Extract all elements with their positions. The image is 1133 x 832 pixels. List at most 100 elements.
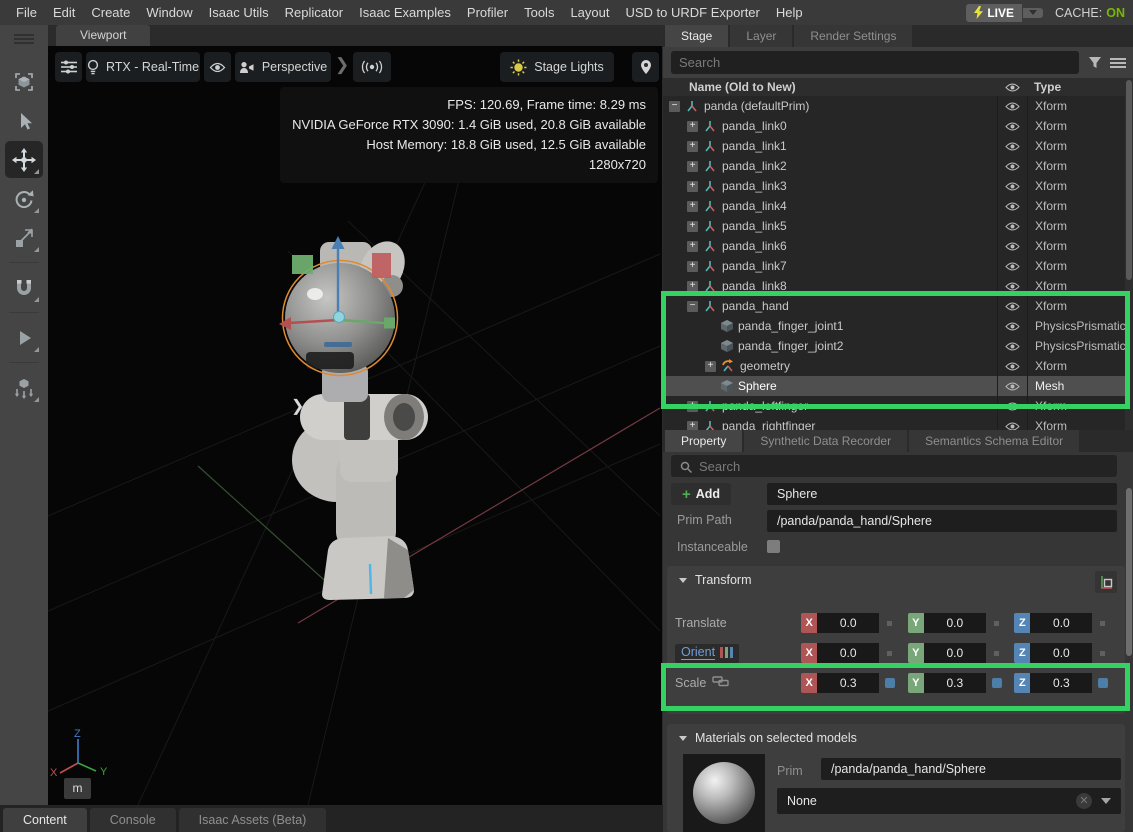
visibility-toggle[interactable] — [997, 316, 1027, 336]
live-dropdown-button[interactable] — [1023, 8, 1043, 18]
live-button[interactable]: LIVE — [966, 4, 1022, 22]
orient-x-field[interactable]: 0.0 — [817, 643, 879, 663]
tree-row-sphere[interactable]: SphereMesh — [663, 376, 1125, 396]
visibility-eye-icon[interactable] — [1005, 342, 1020, 351]
collapse-icon[interactable]: − — [687, 301, 698, 312]
menu-item-isaac-utils[interactable]: Isaac Utils — [201, 0, 277, 25]
menu-item-profiler[interactable]: Profiler — [459, 0, 516, 25]
visibility-eye-icon[interactable] — [1005, 282, 1020, 291]
visibility-eye-icon[interactable] — [1005, 102, 1020, 111]
property-search-input[interactable] — [671, 455, 1117, 477]
expand-icon[interactable]: + — [687, 141, 698, 152]
viewport-3d[interactable]: RTX - Real-Time Perspective ❯ Stage Ligh… — [48, 46, 662, 805]
column-type-header[interactable]: Type — [1027, 80, 1125, 94]
list-menu-icon[interactable] — [1110, 56, 1126, 74]
visibility-eye-icon[interactable] — [1005, 242, 1020, 251]
visibility-eye-icon[interactable] — [1005, 222, 1020, 231]
link-scale-icon[interactable] — [712, 676, 729, 690]
filter-icon[interactable] — [1088, 56, 1102, 74]
expand-icon[interactable]: + — [687, 221, 698, 232]
visibility-toggle[interactable] — [997, 276, 1027, 296]
collapse-icon[interactable]: − — [669, 101, 680, 112]
menu-item-tools[interactable]: Tools — [516, 0, 562, 25]
stage-scrollbar[interactable] — [1125, 78, 1133, 430]
instanceable-checkbox[interactable] — [767, 540, 780, 553]
prim-name-field[interactable] — [767, 483, 1117, 505]
visibility-toggle[interactable] — [997, 236, 1027, 256]
per-axis-toggle[interactable] — [992, 678, 1002, 688]
visibility-eye-icon[interactable] — [1005, 202, 1020, 211]
transform-axes-icon[interactable] — [1095, 571, 1117, 593]
column-name-header[interactable]: Name (Old to New) — [663, 80, 997, 94]
tab-content[interactable]: Content — [3, 808, 87, 832]
gizmo-y-handle[interactable] — [384, 318, 395, 329]
visibility-toggle[interactable] — [997, 356, 1027, 376]
gizmo-x-arrow[interactable] — [279, 317, 291, 330]
menu-item-usd-to-urdf-exporter[interactable]: USD to URDF Exporter — [618, 0, 768, 25]
tree-row-panda-hand[interactable]: −panda_handXform — [663, 296, 1125, 316]
visibility-toggle[interactable] — [997, 416, 1027, 430]
menu-item-isaac-examples[interactable]: Isaac Examples — [351, 0, 459, 25]
per-axis-toggle[interactable] — [885, 678, 895, 688]
scale-z-field[interactable]: 0.3 — [1030, 673, 1092, 693]
add-button[interactable]: + Add — [671, 483, 731, 505]
scale-x-field[interactable]: 0.3 — [817, 673, 879, 693]
tree-row-panda-link3[interactable]: +panda_link3Xform — [663, 176, 1125, 196]
tree-row-panda-link4[interactable]: +panda_link4Xform — [663, 196, 1125, 216]
menu-item-help[interactable]: Help — [768, 0, 811, 25]
clear-icon[interactable]: ✕ — [1076, 793, 1092, 809]
tree-row-panda-link5[interactable]: +panda_link5Xform — [663, 216, 1125, 236]
tab-isaac-assets-beta[interactable]: Isaac Assets (Beta) — [179, 808, 327, 832]
per-axis-toggle[interactable] — [1098, 678, 1108, 688]
stage-lights-button[interactable]: Stage Lights — [500, 52, 614, 82]
tab-viewport[interactable]: Viewport — [56, 25, 150, 46]
waypoint-pin-button[interactable] — [632, 52, 659, 82]
tab-layer[interactable]: Layer — [730, 25, 792, 47]
visibility-toggle[interactable] — [997, 296, 1027, 316]
stage-search-input[interactable] — [671, 51, 1079, 74]
expand-icon[interactable]: + — [687, 421, 698, 431]
tree-row-panda-link2[interactable]: +panda_link2Xform — [663, 156, 1125, 176]
expand-icon[interactable]: + — [687, 181, 698, 192]
translate-x-field[interactable]: 0.0 — [817, 613, 879, 633]
expand-icon[interactable]: + — [687, 401, 698, 412]
gizmo-plane-handle-red[interactable] — [372, 253, 391, 278]
scrollbar-thumb[interactable] — [1126, 80, 1132, 280]
menu-item-window[interactable]: Window — [138, 0, 200, 25]
visibility-toggle[interactable] — [997, 96, 1027, 116]
visibility-eye-icon[interactable] — [1005, 362, 1020, 371]
menu-item-replicator[interactable]: Replicator — [277, 0, 352, 25]
tree-row-panda-link6[interactable]: +panda_link6Xform — [663, 236, 1125, 256]
viewport-settings-button[interactable] — [55, 52, 82, 82]
cursor-tool-button[interactable] — [5, 102, 43, 139]
rotate-tool-button[interactable] — [5, 180, 43, 217]
tree-row-panda-finger-joint1[interactable]: panda_finger_joint1PhysicsPrismatic — [663, 316, 1125, 336]
menu-item-create[interactable]: Create — [83, 0, 138, 25]
tree-row-panda-link0[interactable]: +panda_link0Xform — [663, 116, 1125, 136]
toolbar-expand-chevron[interactable]: ❯ — [291, 396, 304, 416]
translate-z-field[interactable]: 0.0 — [1030, 613, 1092, 633]
expand-icon[interactable]: + — [687, 241, 698, 252]
visibility-eye-icon[interactable] — [1005, 402, 1020, 411]
visibility-toggle[interactable] — [997, 336, 1027, 356]
renderer-select-button[interactable]: RTX - Real-Time — [86, 52, 200, 82]
visibility-eye-icon[interactable] — [1005, 322, 1020, 331]
tree-row-geometry[interactable]: +geometryXform — [663, 356, 1125, 376]
play-button[interactable] — [5, 319, 43, 356]
material-prim-field[interactable] — [821, 758, 1121, 780]
visibility-toggle[interactable] — [997, 156, 1027, 176]
tree-row-panda-defaultprim[interactable]: −panda (defaultPrim)Xform — [663, 96, 1125, 116]
transform-section-header[interactable]: Transform — [679, 573, 752, 587]
visibility-eye-icon[interactable] — [1005, 142, 1020, 151]
stage-tree-header[interactable]: Name (Old to New) Type — [663, 78, 1133, 96]
menu-item-layout[interactable]: Layout — [562, 0, 617, 25]
expand-icon[interactable]: + — [687, 121, 698, 132]
tab-semantics-schema-editor[interactable]: Semantics Schema Editor — [909, 430, 1079, 452]
menu-item-edit[interactable]: Edit — [45, 0, 83, 25]
tree-row-panda-rightfinger[interactable]: +panda_rightfingerXform — [663, 416, 1125, 430]
visibility-toggle[interactable] — [997, 376, 1027, 396]
tree-row-panda-link8[interactable]: +panda_link8Xform — [663, 276, 1125, 296]
expand-icon[interactable]: + — [705, 361, 716, 372]
materials-section-header[interactable]: Materials on selected models — [679, 731, 857, 745]
tree-row-panda-link7[interactable]: +panda_link7Xform — [663, 256, 1125, 276]
